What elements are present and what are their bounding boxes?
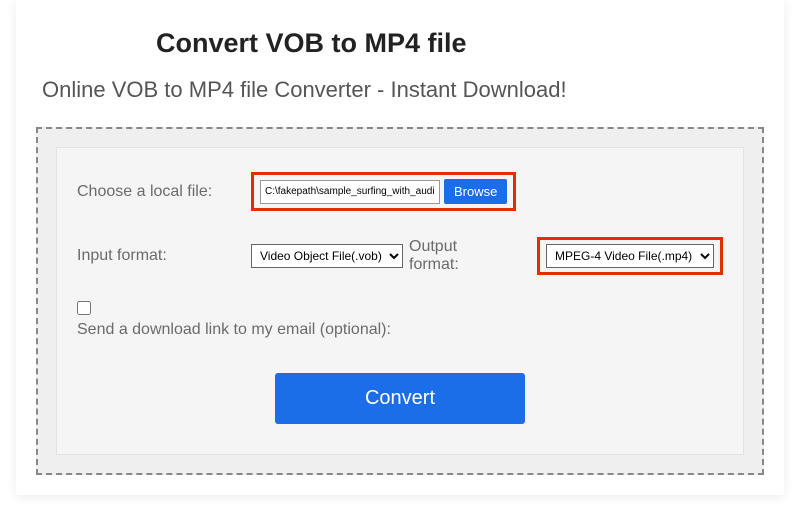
convert-button[interactable]: Convert [275,373,525,424]
email-row: Send a download link to my email (option… [77,301,723,339]
page-subtitle: Online VOB to MP4 file Converter - Insta… [42,77,764,103]
input-format-select[interactable]: Video Object File(.vob) [251,244,403,268]
output-format-label: Output format: [409,238,487,274]
email-checkbox[interactable] [77,301,91,315]
converter-card: Convert VOB to MP4 file Online VOB to MP… [16,0,784,495]
output-format-highlight: MPEG-4 Video File(.mp4) [537,237,723,275]
input-format-label: Input format: [77,247,245,265]
file-row: Choose a local file: Browse [77,172,723,211]
form-container: Choose a local file: Browse Input format… [56,147,744,455]
upload-panel: Choose a local file: Browse Input format… [36,127,764,475]
file-input-highlight: Browse [251,172,516,211]
page-title: Convert VOB to MP4 file [156,28,764,59]
choose-file-label: Choose a local file: [77,183,245,201]
email-label: Send a download link to my email (option… [77,321,723,339]
browse-button[interactable]: Browse [444,179,507,204]
file-path-input[interactable] [260,180,440,204]
output-format-select[interactable]: MPEG-4 Video File(.mp4) [546,244,714,268]
format-row: Input format: Video Object File(.vob) Ou… [77,237,723,275]
